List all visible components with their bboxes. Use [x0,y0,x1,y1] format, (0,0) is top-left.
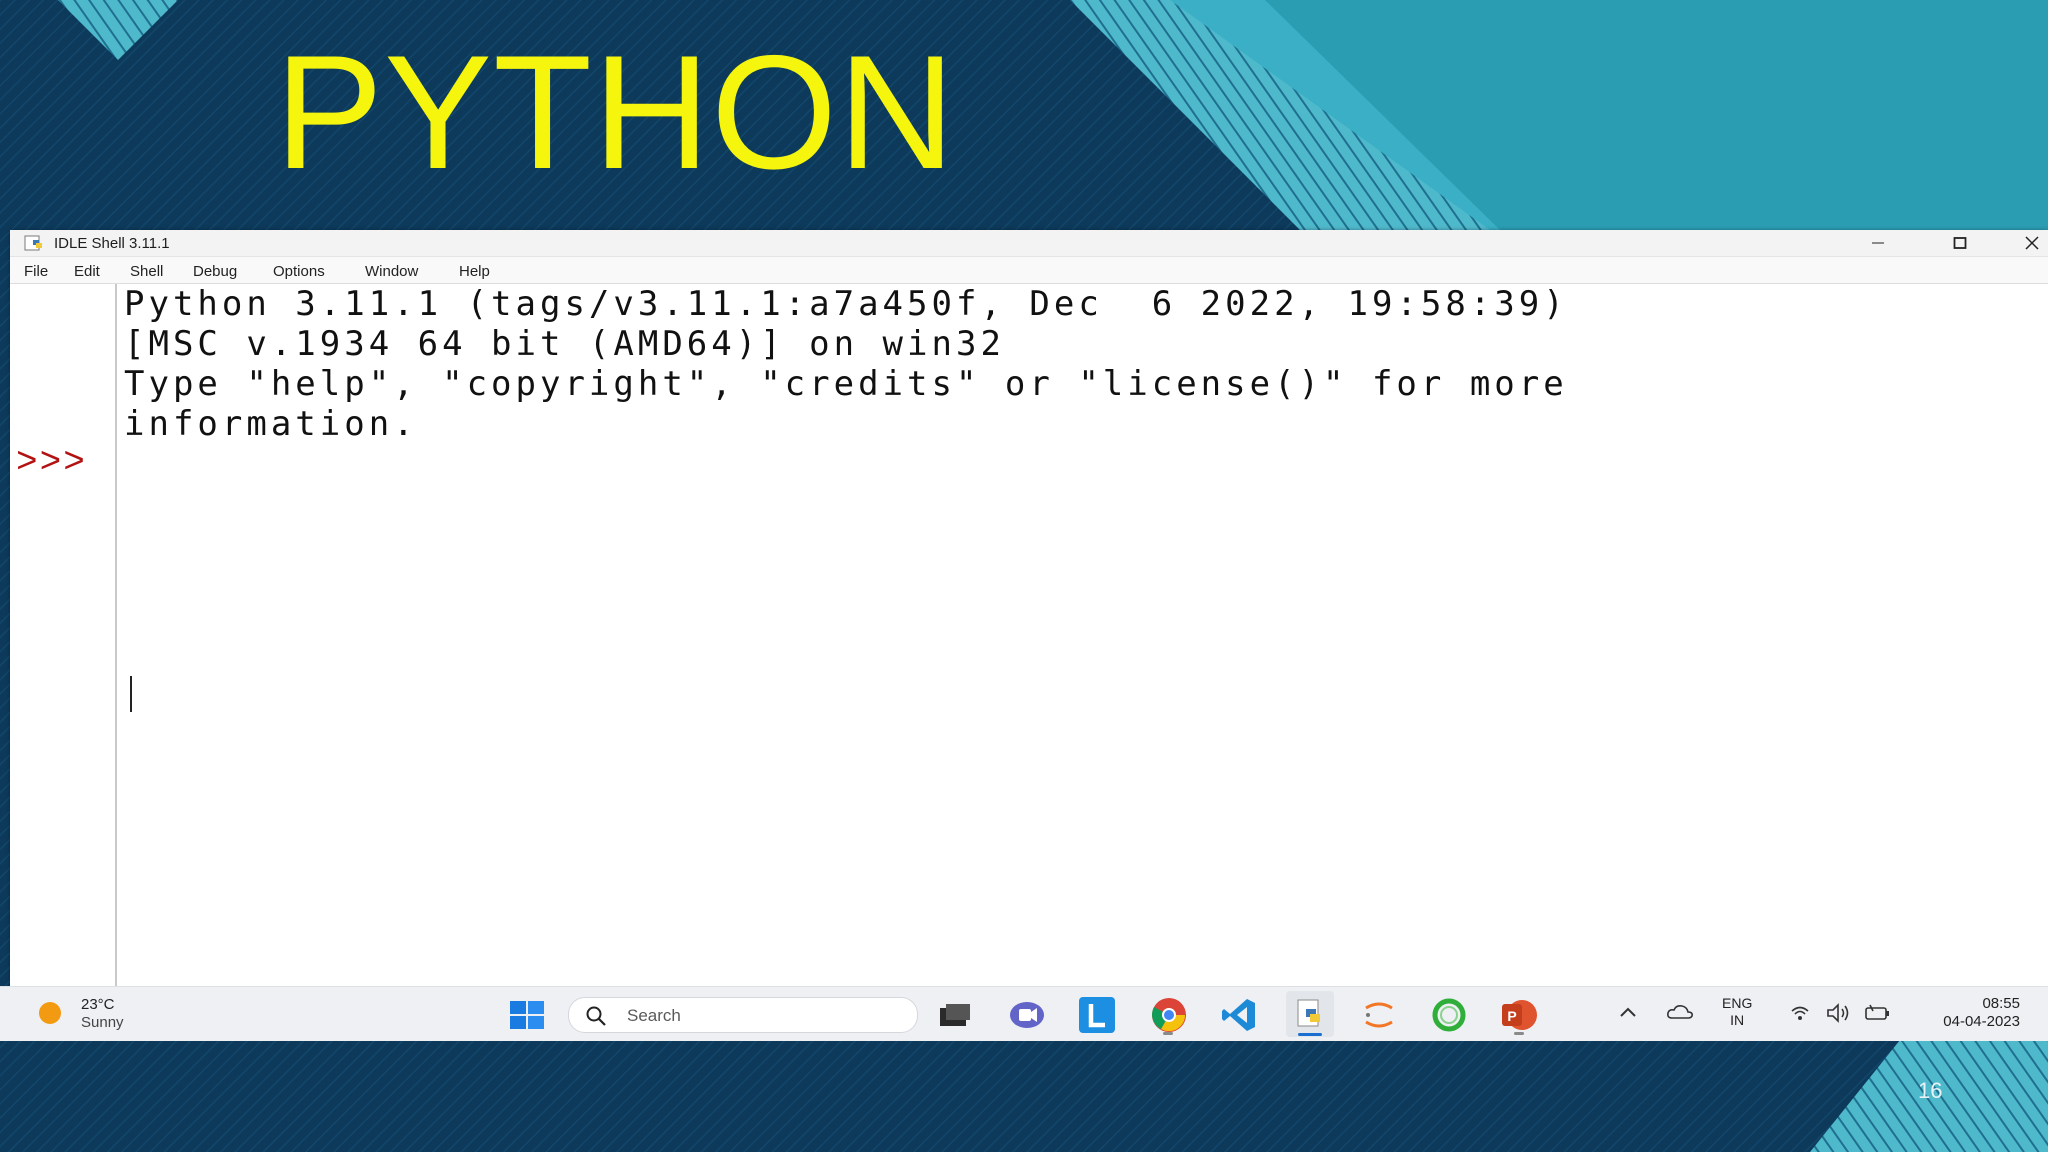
l-app-icon[interactable] [1078,996,1116,1034]
text-cursor [130,676,132,712]
close-button[interactable] [2004,230,2048,256]
system-clock[interactable]: 08:55 04-04-2023 [1900,995,2020,1031]
weather-condition: Sunny [81,1014,124,1031]
volume-icon[interactable] [1826,1003,1852,1023]
battery-icon[interactable] [1864,1003,1892,1023]
svg-text:P: P [1507,1008,1516,1024]
idle-active-indicator [1298,1033,1322,1036]
shell-output[interactable]: Python 3.11.1 (tags/v3.11.1:a7a450f, Dec… [124,284,2034,986]
menu-shell[interactable]: Shell [130,263,163,280]
language-code: ENG [1722,995,1753,1011]
taskbar-search[interactable]: Search [568,997,918,1033]
menu-options[interactable]: Options [273,263,325,280]
idle-taskbar-button[interactable] [1286,991,1334,1037]
python-idle-icon [1297,999,1320,1027]
taskbar: 23°C Sunny Search P ENG IN 08:55 04-04-2… [0,986,2048,1041]
minimize-button[interactable] [1850,230,1906,256]
shell-line: Python 3.11.1 (tags/v3.11.1:a7a450f, Dec… [124,284,1568,324]
chevron-up-icon[interactable] [1618,1005,1638,1019]
menu-debug[interactable]: Debug [193,263,237,280]
onedrive-icon[interactable] [1666,1003,1694,1021]
search-icon [586,1006,606,1026]
menu-help[interactable]: Help [459,263,490,280]
windows-start-icon[interactable] [508,1000,546,1030]
shell-prompt: >>> [16,442,87,483]
chrome-icon[interactable] [1150,996,1188,1034]
task-view-icon[interactable] [936,996,974,1034]
shell-line: Type "help", "copyright", "credits" or "… [124,364,1568,404]
powerpoint-running-indicator [1514,1032,1524,1035]
chat-icon[interactable] [1008,996,1046,1034]
jupyter-icon[interactable] [1360,996,1398,1034]
search-label: Search [627,1006,681,1025]
menu-file[interactable]: File [24,263,48,280]
chrome-running-indicator [1163,1032,1173,1035]
sun-icon[interactable] [33,1001,67,1025]
window-title: IDLE Shell 3.11.1 [54,235,170,252]
close-icon [2025,236,2039,250]
menu-bar: File Edit Shell Debug Options Window Hel… [10,257,2048,284]
menu-window[interactable]: Window [365,263,418,280]
menu-edit[interactable]: Edit [74,263,100,280]
slide-title: PYTHON [275,22,957,203]
maximize-button[interactable] [1932,230,1988,256]
weather-temperature: 23°C [81,996,115,1013]
python-idle-icon [24,235,42,251]
clock-time: 08:55 [1982,995,2020,1012]
maximize-icon [1953,237,1967,249]
powerpoint-icon[interactable]: P [1500,996,1538,1034]
green-ring-icon[interactable] [1430,996,1468,1034]
vscode-icon[interactable] [1220,996,1258,1034]
prompt-gutter: >>> [10,284,117,986]
wifi-icon[interactable] [1790,1003,1810,1023]
region-code: IN [1730,1012,1745,1028]
slide-number: 16 [1918,1078,1943,1103]
language-indicator[interactable]: ENG IN [1722,995,1752,1029]
minimize-icon [1872,242,1884,244]
idle-shell-window: IDLE Shell 3.11.1 File Edit Shell Debug … [10,230,2048,986]
clock-date: 04-04-2023 [1943,1013,2020,1030]
window-titlebar[interactable]: IDLE Shell 3.11.1 [10,230,2048,257]
shell-line: [MSC v.1934 64 bit (AMD64)] on win32 [124,324,1005,364]
shell-line: information. [124,404,418,444]
